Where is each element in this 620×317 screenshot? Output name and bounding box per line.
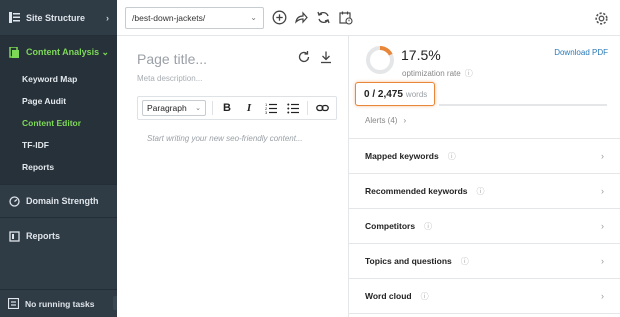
running-tasks-status[interactable]: No running tasks (0, 289, 119, 317)
section-label: Recommended keywords (365, 186, 468, 196)
chevron-right-icon: › (601, 291, 604, 301)
content-body-input[interactable]: Start writing your new seo-friendly cont… (147, 134, 303, 143)
info-icon[interactable]: ⓘ (421, 291, 429, 302)
download-icon[interactable] (318, 49, 334, 65)
refresh-icon[interactable] (314, 9, 332, 27)
sidebar-item-reports[interactable]: Reports (0, 218, 117, 254)
chevron-down-icon: ⌄ (101, 46, 109, 57)
chevron-right-icon: › (601, 221, 604, 231)
reload-icon[interactable] (296, 49, 312, 65)
sidebar-item-label: Content Analysis (26, 47, 100, 57)
sidebar-item-page-audit[interactable]: Page Audit (0, 90, 117, 112)
info-icon[interactable]: ⓘ (424, 221, 432, 232)
paragraph-select[interactable]: Paragraph ⌄ (142, 100, 206, 116)
section-word-cloud[interactable]: Word cloud ⓘ › (349, 279, 620, 314)
plus-circle-icon[interactable] (270, 9, 288, 27)
section-topics-questions[interactable]: Topics and questions ⓘ › (349, 244, 620, 279)
section-label: Mapped keywords (365, 151, 439, 161)
section-recommended-keywords[interactable]: Recommended keywords ⓘ › (349, 174, 620, 209)
list-icon (8, 12, 20, 24)
alerts-link[interactable]: Alerts (4) › (365, 116, 406, 125)
optimization-score-value: 17.5% (401, 47, 441, 63)
section-mapped-keywords[interactable]: Mapped keywords ⓘ › (349, 139, 620, 174)
sidebar-item-label: Site Structure (26, 12, 86, 23)
editor-actions (296, 49, 334, 65)
gauge-icon (8, 195, 20, 207)
sidebar-item-domain-strength[interactable]: Domain Strength (0, 184, 117, 218)
gear-icon[interactable] (592, 9, 610, 27)
reports-icon (8, 230, 20, 242)
svg-text:3: 3 (265, 110, 268, 114)
chevron-right-icon: › (403, 116, 407, 125)
optimization-caption-label: optimization rate (402, 69, 461, 78)
tasks-icon (8, 298, 19, 309)
sidebar-item-content-analysis[interactable]: Content Analysis ⌄ (0, 36, 117, 68)
analysis-panel: 17.5% optimization rate ⓘ Download PDF 0 … (349, 36, 620, 317)
toolbar-divider (212, 101, 213, 115)
chevron-down-icon: ⌄ (250, 13, 257, 22)
word-count-label: words (405, 89, 428, 99)
sidebar: Site Structure › Content Analysis ⌄ Keyw… (0, 0, 119, 317)
meta-description-input[interactable]: Meta description... (137, 74, 202, 83)
paragraph-select-value: Paragraph (147, 103, 187, 113)
bullet-list-icon[interactable] (285, 100, 301, 116)
sidebar-item-label: Reports (26, 231, 61, 241)
chevron-down-icon: ⌄ (195, 105, 201, 112)
sidebar-item-site-structure[interactable]: Site Structure › (0, 0, 117, 36)
sidebar-item-content-editor[interactable]: Content Editor (0, 112, 117, 134)
document-icon (8, 46, 20, 58)
section-label: Word cloud (365, 291, 412, 301)
chevron-right-icon: › (106, 12, 109, 23)
toolbar-divider (307, 101, 308, 115)
section-label: Competitors (365, 221, 416, 231)
section-label: Topics and questions (365, 256, 452, 266)
content-editor: Page title... Meta description... Paragr… (117, 36, 349, 317)
info-icon[interactable]: ⓘ (448, 151, 456, 162)
bold-button[interactable]: B (219, 100, 235, 116)
info-icon[interactable]: ⓘ (465, 69, 473, 78)
numbered-list-icon[interactable]: 123 (263, 100, 279, 116)
italic-button[interactable]: I (241, 100, 257, 116)
sidebar-submenu: Keyword Map Page Audit Content Editor TF… (0, 68, 117, 184)
sidebar-item-keyword-map[interactable]: Keyword Map (0, 68, 117, 90)
info-icon[interactable]: ⓘ (477, 186, 485, 197)
analysis-sections: Mapped keywords ⓘ › Recommended keywords… (349, 138, 620, 314)
top-toolbar: /best-down-jackets/ ⌄ (117, 0, 620, 36)
link-icon[interactable] (314, 100, 330, 116)
word-progress-track (439, 104, 607, 106)
url-select-value: /best-down-jackets/ (132, 12, 206, 23)
sidebar-item-reports-sub[interactable]: Reports (0, 156, 117, 178)
page-title-input[interactable]: Page title... (137, 51, 207, 67)
calendar-icon[interactable] (336, 9, 354, 27)
sidebar-item-label: Domain Strength (26, 196, 99, 206)
chevron-right-icon: › (601, 151, 604, 161)
alerts-label: Alerts (4) (365, 116, 398, 125)
section-competitors[interactable]: Competitors ⓘ › (349, 209, 620, 244)
url-select[interactable]: /best-down-jackets/ ⌄ (125, 6, 264, 29)
info-icon[interactable]: ⓘ (461, 256, 469, 267)
sidebar-item-tf-idf[interactable]: TF-IDF (0, 134, 117, 156)
share-icon[interactable] (292, 9, 310, 27)
optimization-score-ring (366, 46, 394, 74)
chevron-right-icon: › (601, 256, 604, 266)
download-pdf-link[interactable]: Download PDF (554, 48, 608, 57)
word-count-value: 0 / 2,475 (364, 88, 403, 100)
chevron-right-icon: › (601, 186, 604, 196)
word-count-badge: 0 / 2,475 words (355, 82, 435, 106)
running-tasks-label: No running tasks (25, 298, 95, 309)
format-toolbar: Paragraph ⌄ B I 123 (137, 96, 337, 120)
optimization-score-caption: optimization rate ⓘ (402, 68, 473, 79)
